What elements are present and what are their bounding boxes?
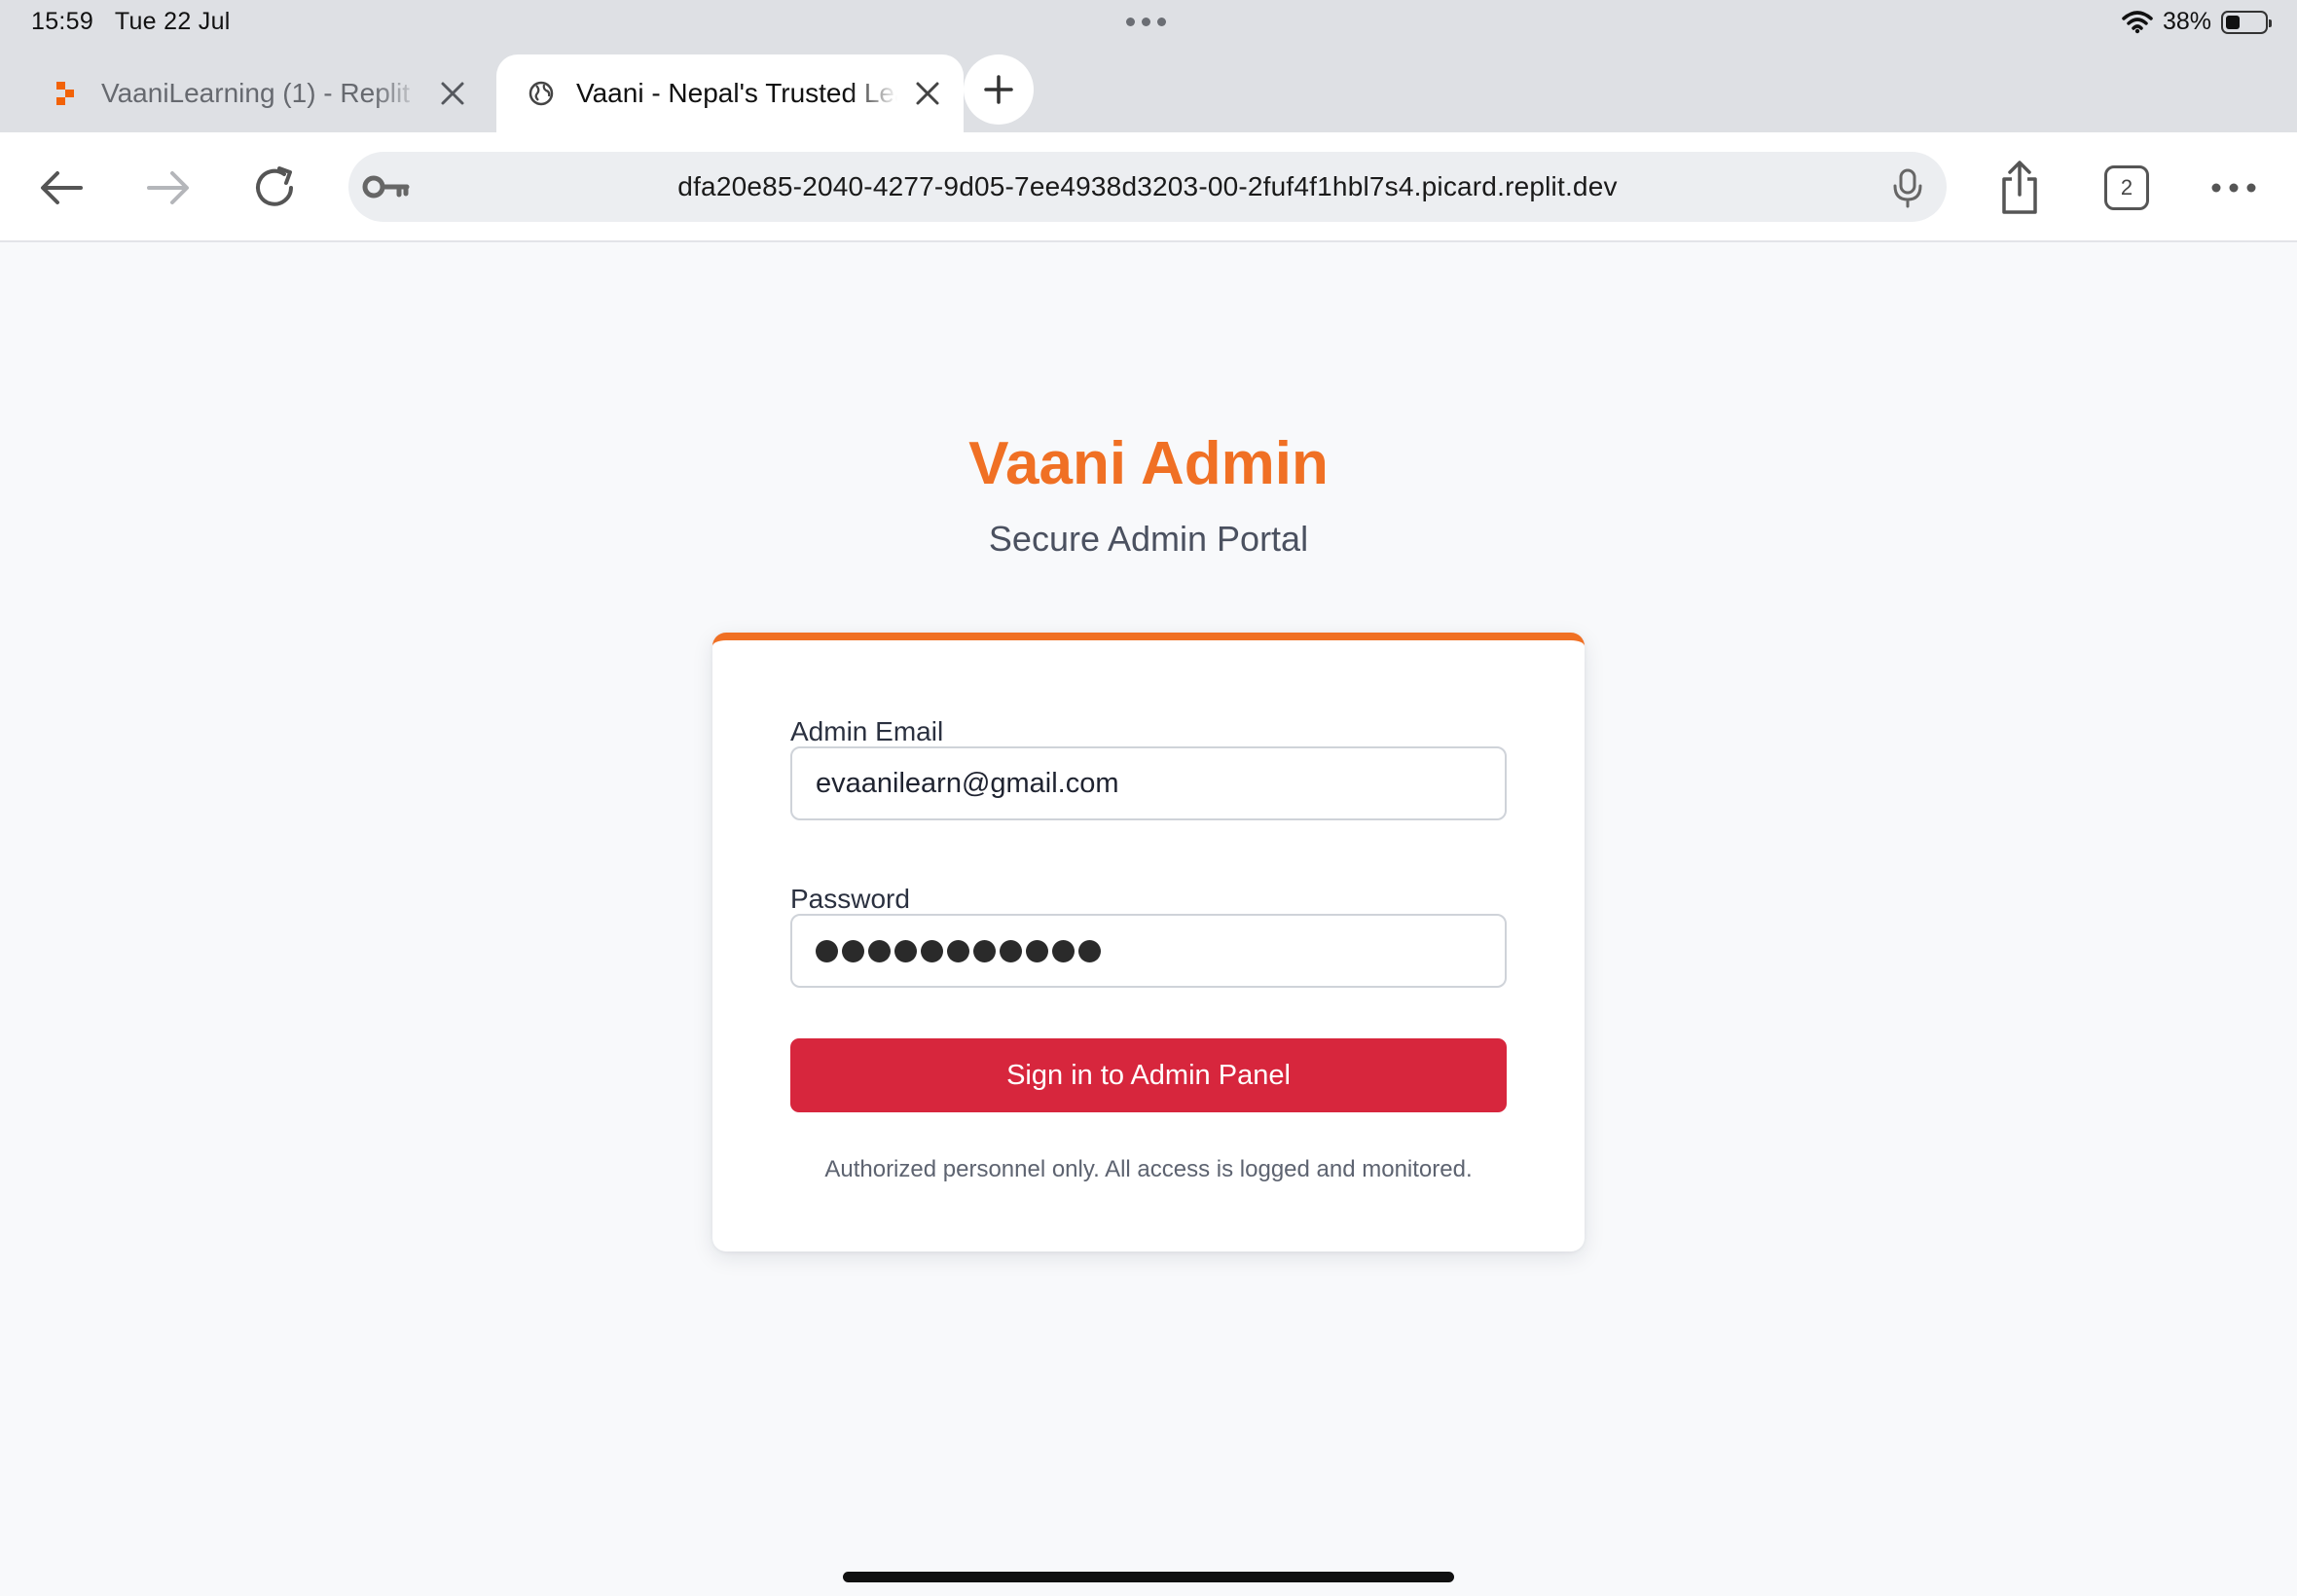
share-icon [2002, 161, 2037, 214]
sign-in-button[interactable]: Sign in to Admin Panel [790, 1038, 1507, 1112]
access-disclaimer: Authorized personnel only. All access is… [824, 1156, 1473, 1182]
password-label: Password [790, 884, 910, 914]
tab-vaani-nepal[interactable]: Vaani - Nepal's Trusted Learning [496, 54, 964, 132]
status-date: Tue 22 Jul [114, 8, 231, 35]
more-menu-button[interactable] [2206, 160, 2262, 216]
replit-icon [56, 82, 74, 105]
password-dot [1026, 939, 1048, 962]
page-subtitle: Secure Admin Portal [988, 519, 1309, 559]
close-tab-icon[interactable] [436, 77, 469, 110]
password-dot [868, 939, 891, 962]
password-dot [816, 939, 838, 962]
wifi-icon [2122, 10, 2153, 33]
tabs-button[interactable]: 2 [2104, 165, 2149, 210]
password-dot [842, 939, 864, 962]
back-icon [41, 171, 83, 204]
email-value: evaanilearn@gmail.com [816, 767, 1119, 799]
status-indicators: 38% [2122, 8, 2272, 36]
status-clock: 15:59 [31, 8, 94, 35]
tab-count: 2 [2120, 175, 2133, 200]
back-button[interactable] [33, 160, 90, 216]
tab-vaanilearning-replit[interactable]: VaaniLearning (1) - Replit [21, 54, 489, 132]
password-dot [1052, 939, 1075, 962]
tab-title: Vaani - Nepal's Trusted Learning [576, 78, 897, 108]
battery-icon [2221, 10, 2272, 34]
globe-icon [529, 81, 554, 106]
address-bar[interactable]: dfa20e85-2040-4277-9d05-7ee4938d3203-00-… [348, 152, 1947, 222]
tab-bar: VaaniLearning (1) - Replit Vaani - Nepal… [0, 47, 2297, 132]
home-indicator[interactable] [843, 1572, 1454, 1582]
password-dot [1078, 939, 1101, 962]
password-dot [894, 939, 917, 962]
reload-icon [256, 166, 293, 206]
page-content: Vaani Admin Secure Admin Portal Admin Em… [0, 244, 2297, 1596]
close-tab-icon[interactable] [911, 77, 944, 110]
password-dot [973, 939, 996, 962]
microphone-icon[interactable] [1888, 167, 1927, 208]
password-field[interactable] [790, 914, 1507, 988]
battery-percent: 38% [2162, 8, 2211, 35]
email-field[interactable]: evaanilearn@gmail.com [790, 746, 1507, 820]
password-dot [1000, 939, 1022, 962]
forward-icon [147, 171, 189, 204]
login-card: Admin Email evaanilearn@gmail.com Passwo… [712, 633, 1585, 1251]
forward-button[interactable] [140, 160, 197, 216]
sign-in-label: Sign in to Admin Panel [1006, 1059, 1291, 1091]
more-dots-icon[interactable] [1126, 18, 1166, 26]
new-tab-button[interactable] [964, 54, 1034, 125]
share-button[interactable] [1991, 160, 2048, 216]
more-icon [2211, 183, 2256, 193]
page-title: Vaani Admin [968, 430, 1329, 497]
password-dot [921, 939, 943, 962]
password-mask [816, 939, 1101, 962]
reload-button[interactable] [247, 160, 304, 216]
browser-toolbar: dfa20e85-2040-4277-9d05-7ee4938d3203-00-… [0, 132, 2297, 242]
password-dot [947, 939, 969, 962]
plus-icon [984, 75, 1013, 104]
tab-title: VaaniLearning (1) - Replit [101, 78, 410, 108]
email-label: Admin Email [790, 716, 944, 746]
status-time: 15:59 Tue 22 Jul [31, 8, 231, 36]
status-bar: 15:59 Tue 22 Jul 38% [0, 0, 2297, 47]
url-text[interactable]: dfa20e85-2040-4277-9d05-7ee4938d3203-00-… [348, 171, 1947, 202]
